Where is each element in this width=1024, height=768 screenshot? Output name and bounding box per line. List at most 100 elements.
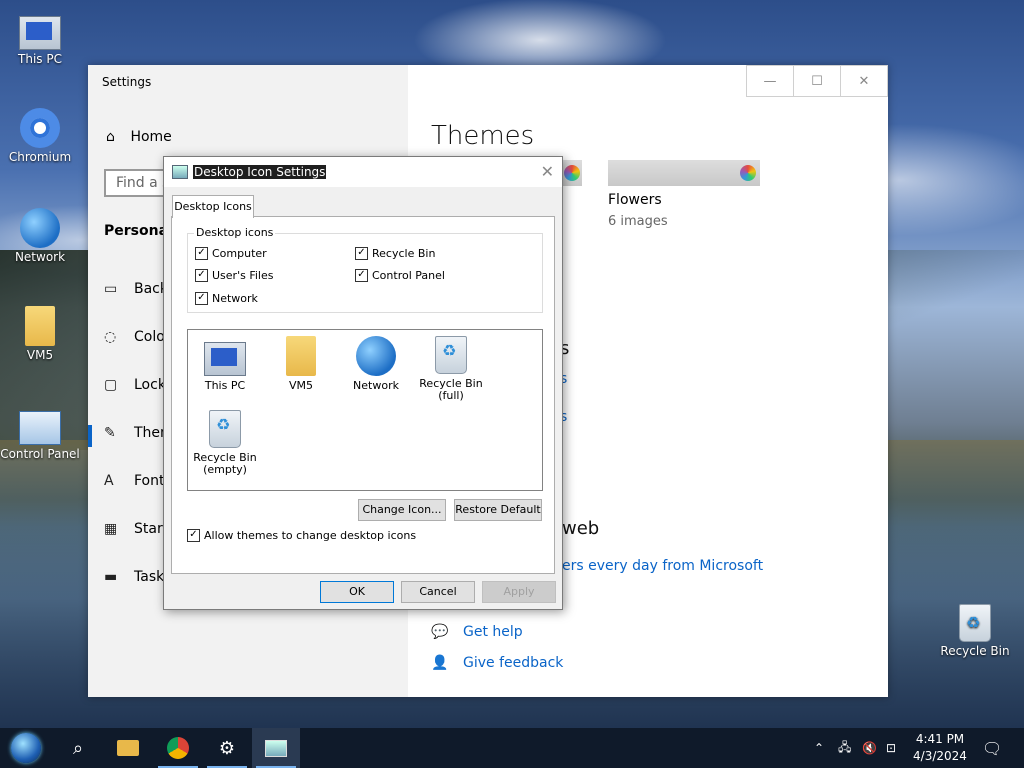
checkbox-label: Recycle Bin — [372, 247, 436, 260]
nav-label: Colo — [134, 329, 165, 345]
settings-taskbar-button[interactable]: ⚙ — [203, 728, 251, 768]
desktop-icon-chromium[interactable]: Chromium — [0, 108, 80, 164]
taskbar: ⌕ ⚙ ⌃ 🖧 🔇 ⊡ 4:41 PM 4/3/2024 🗨 — [0, 728, 1024, 768]
recycle-bin-full-icon — [435, 336, 467, 374]
fonts-icon: A — [104, 473, 114, 489]
desktop-icon-label: Network — [14, 250, 66, 264]
window-controls: — ☐ ✕ — [746, 65, 888, 97]
checkbox-label: Control Panel — [372, 269, 445, 282]
lock-screen-icon: ▢ — [104, 377, 118, 393]
desktop-icon-this-pc[interactable]: This PC — [0, 10, 80, 66]
user-folder-icon — [25, 306, 55, 346]
list-item-label: This PC — [204, 379, 246, 392]
network-icon — [356, 336, 396, 376]
checkbox-box[interactable]: ✓ — [355, 247, 368, 260]
list-item-recycle-bin-full[interactable]: Recycle Bin (full) — [414, 336, 488, 402]
clock-time: 4:41 PM — [915, 732, 965, 746]
maximize-button[interactable]: ☐ — [793, 65, 841, 97]
network-icon — [20, 208, 60, 248]
list-item-this-pc[interactable]: This PC — [188, 336, 262, 392]
monitor-icon — [265, 739, 287, 757]
chromium-icon — [20, 108, 60, 148]
checkbox-box[interactable]: ✓ — [195, 269, 208, 282]
theme-thumbnail-flowers[interactable] — [608, 160, 760, 186]
show-hidden-icons-button[interactable]: ⌃ — [814, 728, 824, 768]
desktop-icon-control-panel[interactable]: Control Panel — [0, 405, 80, 461]
theme-image-count: 6 images — [608, 214, 668, 229]
notification-badge-icon[interactable]: ⊡ — [886, 728, 896, 768]
tab-desktop-icons[interactable]: Desktop Icons — [172, 195, 254, 218]
gear-icon: ⚙ — [218, 737, 236, 759]
cancel-button[interactable]: Cancel — [401, 581, 475, 603]
desktop-icon-label: Control Panel — [0, 447, 80, 461]
checkbox-recycle-bin[interactable]: ✓ Recycle Bin — [355, 247, 435, 260]
desktop-icon-recycle-bin[interactable]: Recycle Bin — [935, 604, 1015, 658]
apply-button[interactable]: Apply — [482, 581, 556, 603]
minimize-button[interactable]: — — [746, 65, 794, 97]
checkbox-label: Computer — [212, 247, 267, 260]
list-item-sublabel: (empty) — [203, 463, 247, 476]
give-feedback-link[interactable]: 👤 Give feedback — [431, 655, 563, 671]
restore-default-button[interactable]: Restore Default — [454, 499, 542, 521]
dialog-title: Desktop Icon Settings — [193, 165, 327, 179]
feedback-icon: 👤 — [431, 655, 449, 671]
desktop-icon-network[interactable]: Network — [0, 208, 80, 264]
network-status-icon[interactable]: 🖧 — [838, 728, 851, 768]
desktop-icon-settings-dialog: Desktop Icon Settings ✕ Desktop Icons De… — [163, 156, 563, 610]
desktop-icons-group: Desktop icons ✓ Computer ✓ Recycle Bin ✓… — [187, 226, 543, 313]
themes-icon: ✎ — [104, 425, 116, 441]
file-explorer-button[interactable] — [104, 728, 152, 768]
desktop-icon-label: VM5 — [26, 348, 54, 362]
get-help-link[interactable]: 💬 Get help — [431, 624, 523, 640]
get-more-themes-link[interactable]: ers every day from Microsoft — [562, 558, 763, 574]
get-help-label: Get help — [463, 624, 523, 640]
dialog-titlebar[interactable]: Desktop Icon Settings ✕ — [164, 157, 562, 187]
action-center-icon[interactable]: 🗨 — [982, 728, 1002, 768]
list-item-recycle-bin-empty[interactable]: Recycle Bin (empty) — [188, 410, 262, 476]
theme-name: Flowers — [608, 192, 662, 208]
color-wheel-icon — [564, 165, 580, 181]
chromium-taskbar-button[interactable] — [154, 728, 202, 768]
checkbox-label: Allow themes to change desktop icons — [204, 529, 417, 542]
icon-list[interactable]: This PC VM5 Network Recycle Bin (full) R… — [187, 329, 543, 491]
checkbox-computer[interactable]: ✓ Computer — [195, 247, 267, 260]
checkbox-label: User's Files — [212, 269, 274, 282]
tab-panel: Desktop icons ✓ Computer ✓ Recycle Bin ✓… — [171, 216, 555, 574]
search-button[interactable]: ⌕ — [54, 728, 102, 768]
checkbox-allow-themes[interactable]: ✓ Allow themes to change desktop icons — [187, 529, 416, 542]
checkbox-box[interactable]: ✓ — [187, 529, 200, 542]
list-item-label: Network — [353, 379, 399, 392]
checkbox-network[interactable]: ✓ Network — [195, 292, 258, 305]
list-item-network[interactable]: Network — [339, 336, 413, 392]
taskbar-icon: ▬ — [104, 569, 118, 585]
user-folder-icon — [286, 336, 316, 376]
volume-muted-icon[interactable]: 🔇 — [862, 728, 877, 768]
list-item-sublabel: (full) — [438, 389, 464, 402]
home-nav[interactable]: ⌂ Home — [106, 129, 172, 145]
desktop-icon-settings-taskbar-button[interactable] — [252, 728, 300, 768]
close-icon[interactable]: ✕ — [541, 162, 554, 181]
folder-icon — [117, 740, 139, 756]
list-item-vm5[interactable]: VM5 — [264, 336, 338, 392]
chromium-icon — [167, 737, 189, 759]
checkbox-box[interactable]: ✓ — [355, 269, 368, 282]
change-icon-button[interactable]: Change Icon... — [358, 499, 446, 521]
settings-title: Settings — [102, 75, 152, 89]
desktop-icon-label: This PC — [18, 52, 62, 66]
desktop-icon-label: Chromium — [8, 150, 72, 164]
group-label: Desktop icons — [194, 226, 276, 239]
ok-button[interactable]: OK — [320, 581, 394, 603]
checkbox-control-panel[interactable]: ✓ Control Panel — [355, 269, 445, 282]
checkbox-box[interactable]: ✓ — [195, 292, 208, 305]
start-button[interactable] — [2, 728, 50, 768]
checkbox-users-files[interactable]: ✓ User's Files — [195, 269, 273, 282]
checkbox-label: Network — [212, 292, 258, 305]
clock[interactable]: 4:41 PM 4/3/2024 — [900, 731, 980, 765]
close-button[interactable]: ✕ — [840, 65, 888, 97]
desktop-icon-label: Recycle Bin — [940, 644, 1010, 658]
computer-icon — [19, 16, 61, 50]
desktop-icon-vm5[interactable]: VM5 — [0, 306, 80, 362]
checkbox-box[interactable]: ✓ — [195, 247, 208, 260]
start-icon: ▦ — [104, 521, 118, 537]
recycle-bin-empty-icon — [209, 410, 241, 448]
